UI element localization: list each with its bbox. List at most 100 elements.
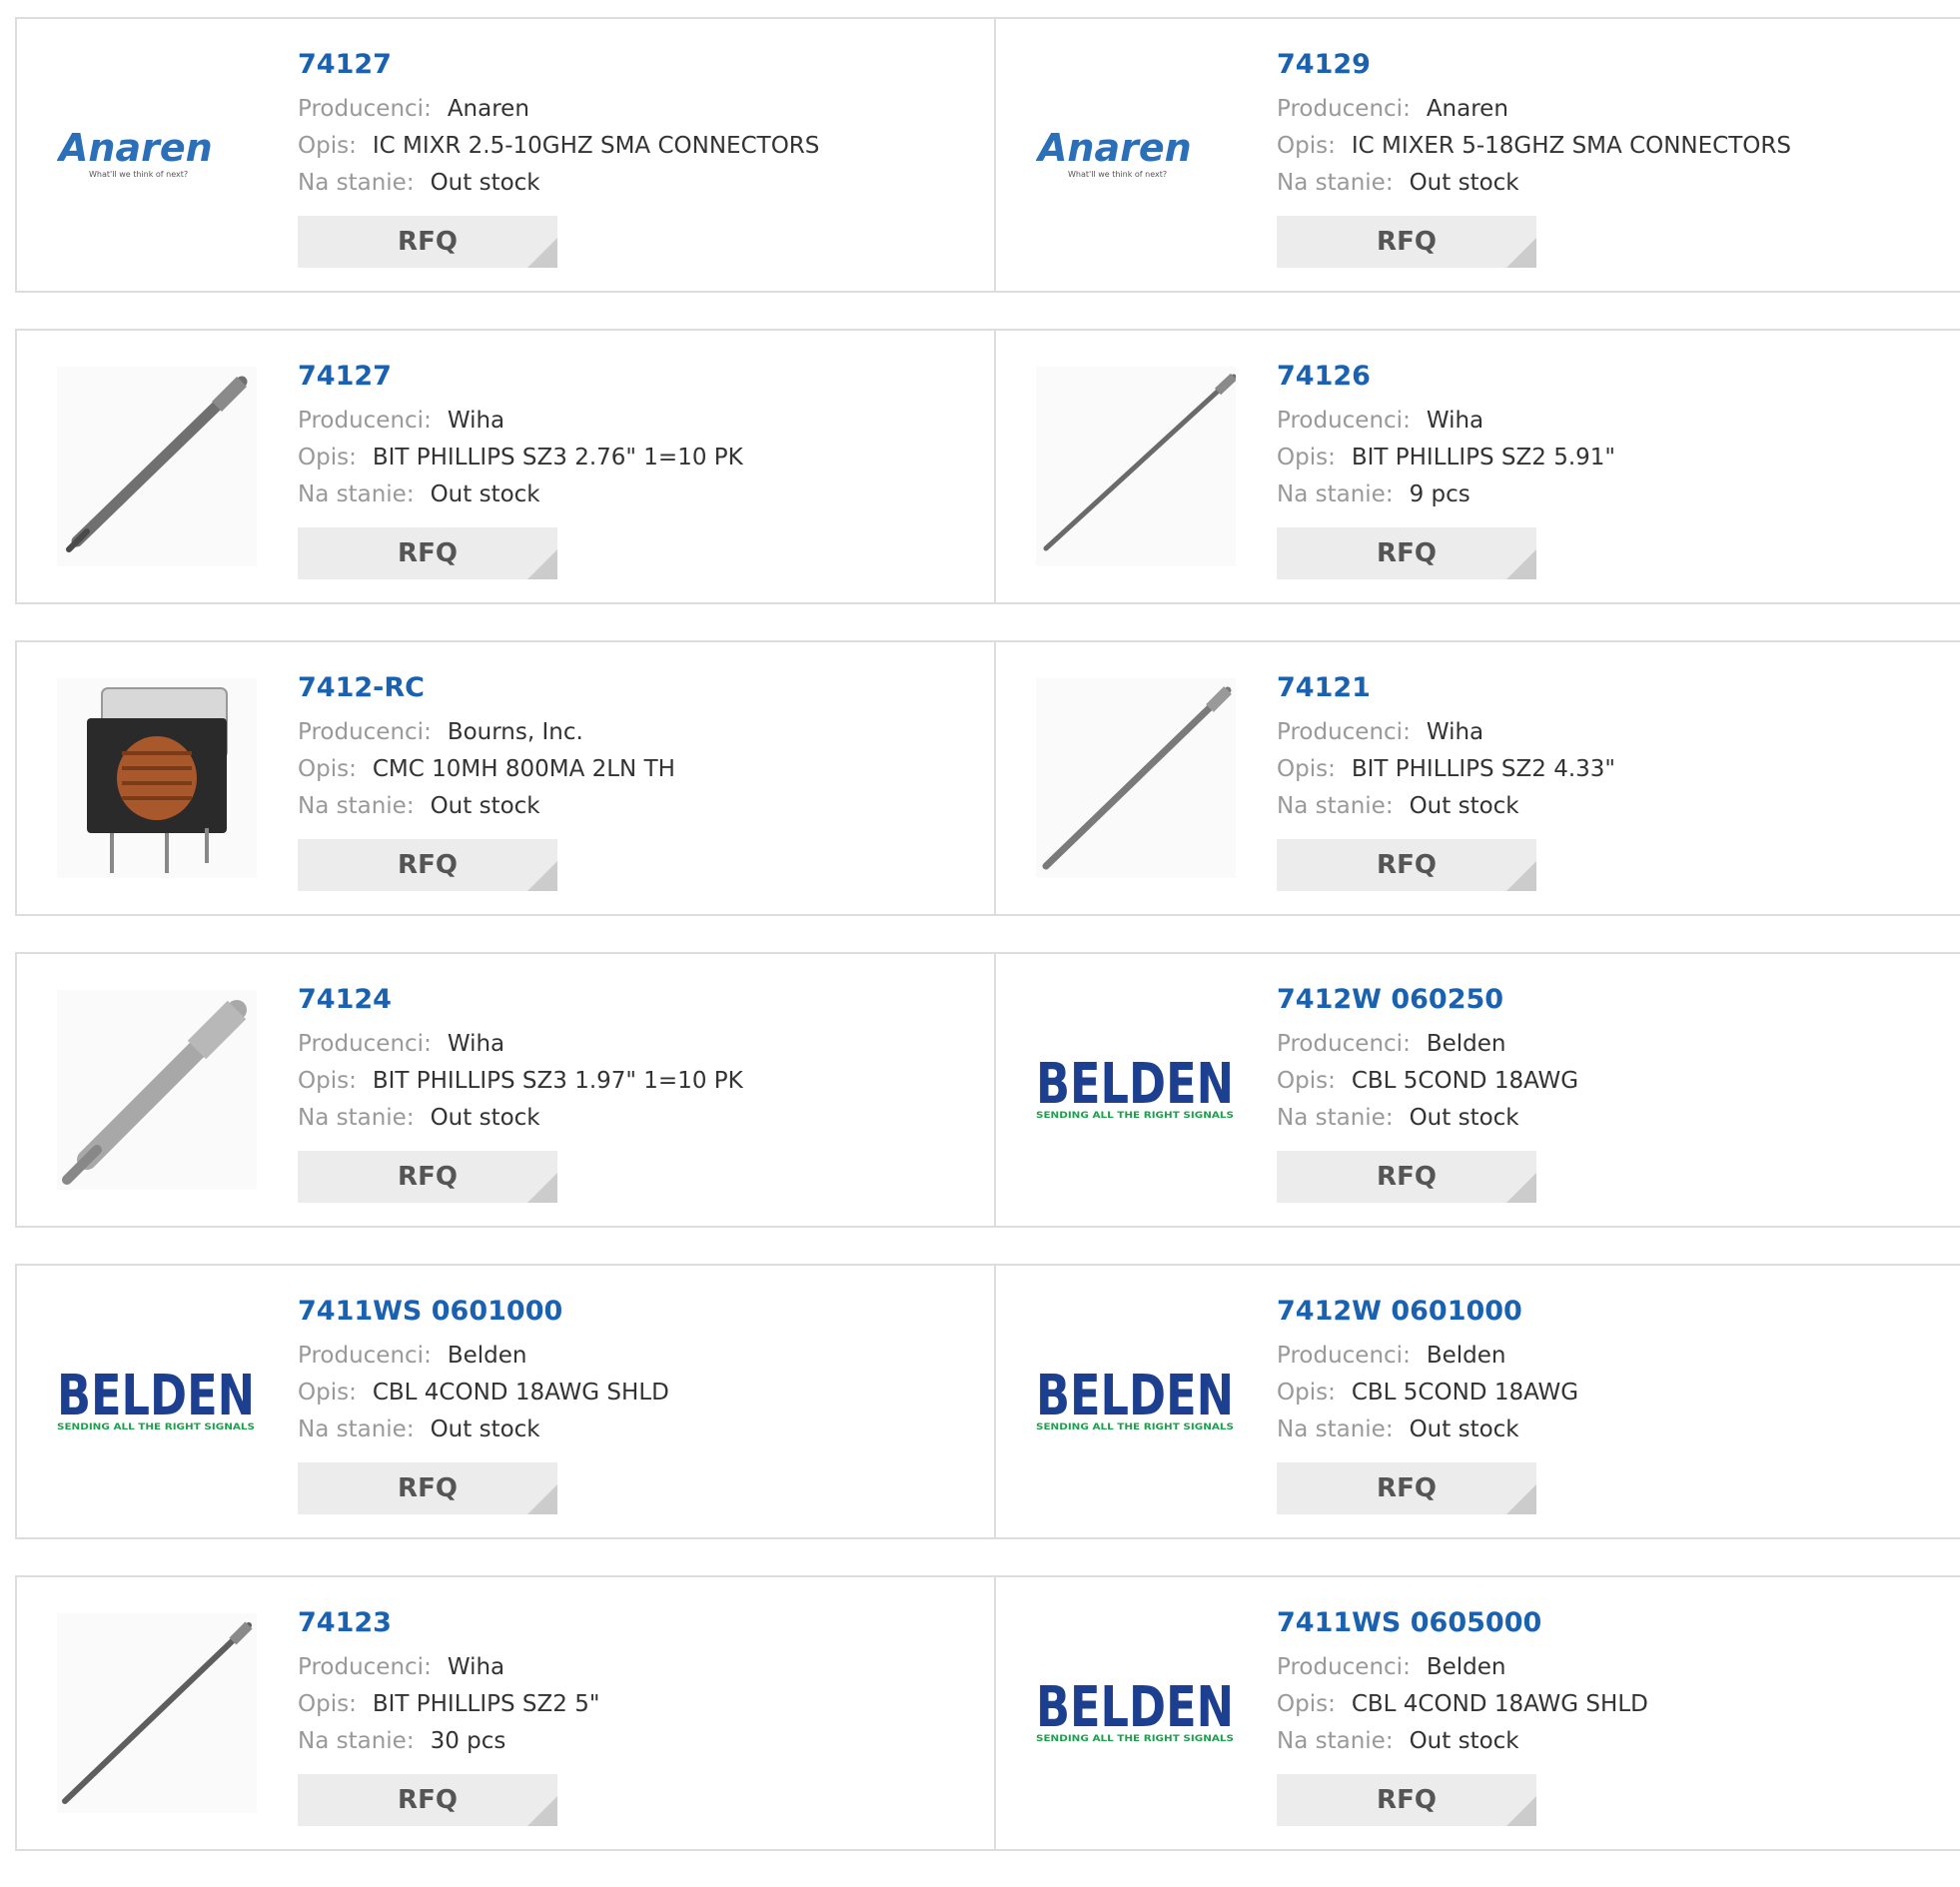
rfq-label: RFQ	[1377, 850, 1437, 880]
stock-line: Na stanie: Out stock	[298, 788, 675, 825]
manufacturer-line: Producenci: Anaren	[1277, 91, 1791, 128]
product-image[interactable]: BELDEN SENDING ALL THE RIGHT SIGNALS	[1036, 1613, 1236, 1813]
stock-label: Na stanie:	[1277, 1416, 1394, 1442]
corner-triangle-icon	[527, 238, 557, 268]
product-image[interactable]: BELDEN SENDING ALL THE RIGHT SIGNALS	[57, 1302, 257, 1501]
product-info: 74126 Producenci: Wiha Opis: BIT PHILLIPS …	[1277, 359, 1615, 579]
description-label: Opis:	[1277, 1691, 1336, 1717]
product-row: 74124 Producenci: Wiha Opis: BIT PHILLIPS …	[15, 952, 1960, 1228]
part-number-link[interactable]: 74127	[298, 47, 819, 83]
description-value: CBL 4COND 18AWG SHLD	[372, 1380, 669, 1406]
description-label: Opis:	[1277, 133, 1336, 159]
rfq-label: RFQ	[398, 1473, 458, 1503]
product-info: 7411WS 0601000 Producenci: Belden Opis: CB…	[298, 1294, 669, 1514]
rfq-button[interactable]: RFQ	[1277, 1151, 1536, 1203]
description-label: Opis:	[298, 1380, 357, 1406]
rfq-button[interactable]: RFQ	[298, 1462, 557, 1514]
rfq-button[interactable]: RFQ	[298, 1774, 557, 1826]
product-card: 74123 Producenci: Wiha Opis: BIT PHILLIPS …	[17, 1577, 994, 1849]
part-number-link[interactable]: 74129	[1277, 47, 1791, 83]
rfq-button[interactable]: RFQ	[1277, 1462, 1536, 1514]
manufacturer-label: Producenci:	[1277, 719, 1411, 745]
stock-value: Out stock	[1409, 1728, 1519, 1754]
product-image[interactable]	[57, 367, 257, 566]
description-label: Opis:	[298, 756, 357, 782]
stock-label: Na stanie:	[298, 1105, 415, 1131]
rfq-label: RFQ	[398, 1162, 458, 1192]
manufacturer-label: Producenci:	[298, 96, 432, 122]
description-line: Opis: CBL 4COND 18AWG SHLD	[1277, 1686, 1648, 1723]
part-number-link[interactable]: 74121	[1277, 670, 1615, 706]
product-info: 7412W 060250 Producenci: Belden Opis: CBL …	[1277, 982, 1578, 1203]
product-card: 7412-RC Producenci: Bourns, Inc. Opis: CMC…	[17, 642, 994, 914]
part-number-link[interactable]: 7412-RC	[298, 670, 675, 706]
manufacturer-value: Bourns, Inc.	[447, 719, 583, 745]
product-image[interactable]: Anaren What'll we think of next?	[57, 55, 257, 255]
rfq-label: RFQ	[1377, 538, 1437, 568]
product-image[interactable]: BELDEN SENDING ALL THE RIGHT SIGNALS	[1036, 990, 1236, 1190]
stock-line: Na stanie: Out stock	[298, 476, 743, 513]
corner-triangle-icon	[1506, 238, 1536, 268]
rfq-button[interactable]: RFQ	[1277, 839, 1536, 891]
rfq-button[interactable]: RFQ	[298, 1151, 557, 1203]
part-number-link[interactable]: 7412W 0601000	[1277, 1294, 1578, 1330]
rfq-button[interactable]: RFQ	[298, 839, 557, 891]
svg-text:SENDING ALL THE RIGHT SIGNALS: SENDING ALL THE RIGHT SIGNALS	[1036, 1422, 1234, 1432]
stock-value: 9 pcs	[1409, 481, 1470, 507]
stock-value: 30 pcs	[430, 1728, 506, 1754]
part-number-link[interactable]: 74124	[298, 982, 743, 1018]
rfq-label: RFQ	[1377, 1473, 1437, 1503]
manufacturer-value: Belden	[1426, 1031, 1506, 1057]
part-number-link[interactable]: 74123	[298, 1605, 599, 1641]
product-row: 74123 Producenci: Wiha Opis: BIT PHILLIPS …	[15, 1575, 1960, 1851]
product-row: BELDEN SENDING ALL THE RIGHT SIGNALS 741…	[15, 1264, 1960, 1539]
rfq-button[interactable]: RFQ	[1277, 527, 1536, 579]
part-number-link[interactable]: 7412W 060250	[1277, 982, 1578, 1018]
rfq-label: RFQ	[1377, 1162, 1437, 1192]
product-image[interactable]	[1036, 678, 1236, 878]
screwdriver-bit-icon	[1042, 686, 1232, 870]
product-image[interactable]	[57, 1613, 257, 1813]
stock-line: Na stanie: Out stock	[1277, 1412, 1578, 1448]
description-line: Opis: CBL 4COND 18AWG SHLD	[298, 1375, 669, 1412]
screwdriver-bit-icon	[62, 1621, 253, 1804]
description-value: CMC 10MH 800MA 2LN TH	[372, 756, 675, 782]
description-line: Opis: CBL 5COND 18AWG	[1277, 1375, 1578, 1412]
manufacturer-value: Wiha	[447, 1654, 505, 1680]
stock-label: Na stanie:	[1277, 793, 1394, 819]
product-image[interactable]	[57, 678, 257, 878]
stock-line: Na stanie: Out stock	[1277, 1100, 1578, 1137]
rfq-button[interactable]: RFQ	[298, 216, 557, 268]
product-card: BELDEN SENDING ALL THE RIGHT SIGNALS 741…	[994, 1266, 1960, 1537]
rfq-button[interactable]: RFQ	[1277, 1774, 1536, 1826]
svg-text:What'll we think of next?: What'll we think of next?	[1068, 170, 1167, 179]
stock-value: Out stock	[1409, 170, 1519, 196]
description-value: CBL 5COND 18AWG	[1351, 1380, 1579, 1406]
product-card: 74124 Producenci: Wiha Opis: BIT PHILLIPS …	[17, 954, 994, 1226]
product-image[interactable]	[1036, 367, 1236, 566]
part-number-link[interactable]: 74127	[298, 359, 743, 395]
description-label: Opis:	[298, 1068, 357, 1094]
manufacturer-label: Producenci:	[1277, 96, 1411, 122]
product-image[interactable]	[57, 990, 257, 1190]
stock-label: Na stanie:	[1277, 1105, 1394, 1131]
part-number-link[interactable]: 7411WS 0601000	[298, 1294, 669, 1330]
description-value: CBL 5COND 18AWG	[1351, 1068, 1579, 1094]
description-line: Opis: CMC 10MH 800MA 2LN TH	[298, 751, 675, 788]
product-info: 74127 Producenci: Wiha Opis: BIT PHILLIPS …	[298, 359, 743, 579]
rfq-button[interactable]: RFQ	[1277, 216, 1536, 268]
manufacturer-label: Producenci:	[1277, 408, 1411, 434]
product-image[interactable]: Anaren What'll we think of next?	[1036, 55, 1236, 255]
svg-text:BELDEN: BELDEN	[1036, 1055, 1234, 1117]
part-number-link[interactable]: 74126	[1277, 359, 1615, 395]
manufacturer-line: Producenci: Wiha	[298, 1649, 599, 1686]
rfq-button[interactable]: RFQ	[298, 527, 557, 579]
manufacturer-label: Producenci:	[1277, 1654, 1411, 1680]
part-number-link[interactable]: 7411WS 0605000	[1277, 1605, 1648, 1641]
svg-text:What'll we think of next?: What'll we think of next?	[89, 170, 188, 179]
description-line: Opis: BIT PHILLIPS SZ3 2.76" 1=10 PK	[298, 440, 743, 476]
screwdriver-bit-icon	[62, 1000, 247, 1185]
product-image[interactable]: BELDEN SENDING ALL THE RIGHT SIGNALS	[1036, 1302, 1236, 1501]
corner-triangle-icon	[1506, 861, 1536, 891]
description-line: Opis: IC MIXR 2.5-10GHZ SMA CONNECTORS	[298, 128, 819, 165]
